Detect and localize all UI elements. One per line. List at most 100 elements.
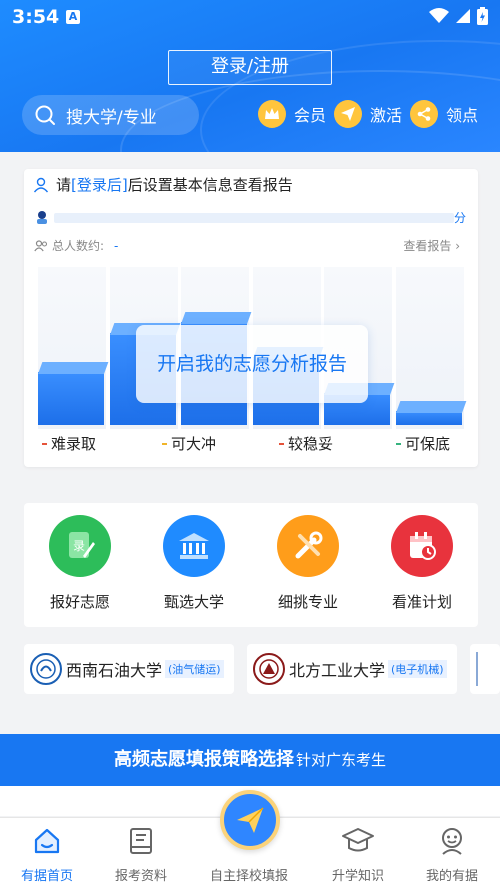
legend-item-reach: 可大冲 — [162, 433, 216, 454]
search-icon — [35, 105, 55, 125]
nav-item-knowledge[interactable]: 升学知识 — [313, 826, 403, 884]
activate-label: 激活 — [370, 106, 403, 125]
record-edit-icon: 录 — [49, 515, 111, 577]
feature-admission-plan[interactable]: 看准计划 — [382, 515, 462, 612]
chart-bar-top — [38, 362, 109, 374]
total-value: - — [114, 238, 119, 253]
login-register-button[interactable]: 登录/注册 — [168, 50, 332, 85]
chart-bar — [395, 401, 466, 425]
university-chip[interactable]: 西南石油大学 (油气储运) — [24, 644, 234, 694]
nav-label: 有据首页 — [20, 869, 73, 884]
vip-label: 会员 — [294, 106, 327, 125]
university-chip[interactable]: 北方工业大学 (电子机械) — [247, 644, 457, 694]
feature-label: 看准计划 — [391, 593, 452, 611]
chart-bar-front — [395, 411, 462, 425]
student-avatar-icon — [37, 211, 47, 224]
feature-select-university[interactable]: 甄选大学 — [154, 515, 234, 612]
nav-label: 升学知识 — [331, 869, 384, 884]
feature-label: 甄选大学 — [163, 593, 224, 611]
legend-dash — [42, 442, 47, 445]
status-bar: 3:54 A — [0, 0, 500, 34]
nav-label: 自主择校填报 — [209, 869, 288, 884]
banner-title: 高频志愿填报策略选择 — [113, 749, 294, 770]
search-placeholder: 搜大学/专业 — [66, 107, 157, 128]
paper-plane-icon — [334, 100, 362, 128]
crown-icon — [258, 100, 286, 128]
feature-grid: 录 报好志愿 甄选大学 细挑专业 看准计划 — [24, 503, 478, 627]
login-notice: 请 [登录后] 后设置基本信息查看报告 — [32, 174, 293, 195]
feature-label: 细挑专业 — [277, 593, 338, 611]
legend-item-stable: 较稳妥 — [279, 433, 333, 454]
a-notification-icon: A — [66, 10, 80, 24]
notice-prefix: 请 — [56, 176, 72, 194]
nav-item-materials[interactable]: 报考资料 — [96, 826, 186, 884]
book-icon — [96, 826, 186, 856]
banner-subtitle: 针对广东考生 — [295, 751, 386, 769]
share-icon — [410, 100, 438, 128]
wifi-icon — [429, 8, 449, 23]
status-time: 3:54 — [12, 6, 60, 28]
view-report-link[interactable]: 查看报告 › — [403, 237, 460, 254]
search-bar[interactable]: 搜大学/专业 — [22, 95, 199, 135]
university-major-tag: (油气储运) — [165, 660, 224, 678]
notice-login-link[interactable]: [登录后] — [71, 174, 128, 195]
home-icon — [2, 826, 92, 856]
score-track — [54, 213, 454, 223]
university-building-icon — [163, 515, 225, 577]
nav-item-mine[interactable]: 我的有据 — [407, 826, 497, 884]
calendar-clock-icon — [391, 515, 453, 577]
nav-label: 我的有据 — [425, 869, 478, 884]
legend-label: 可大冲 — [171, 435, 217, 453]
legend-item-safe: 可保底 — [396, 433, 450, 454]
user-icon — [33, 177, 49, 192]
feature-pick-major[interactable]: 细挑专业 — [268, 515, 348, 612]
chevron-right-icon: › — [455, 239, 460, 253]
legend-label: 难录取 — [51, 435, 97, 453]
open-report-button[interactable]: 开启我的志愿分析报告 — [136, 325, 368, 403]
paper-plane-icon — [237, 807, 264, 833]
signal-icon — [456, 9, 470, 23]
feature-fill-application[interactable]: 录 报好志愿 — [40, 515, 120, 612]
system-icons — [429, 7, 488, 25]
feature-label: 报好志愿 — [49, 593, 110, 611]
chart-bar-top — [395, 401, 466, 413]
university-name: 北方工业大学 — [289, 661, 386, 680]
total-label: 总人数约: — [52, 239, 105, 253]
chart-bar-top — [181, 312, 252, 324]
tools-icon — [277, 515, 339, 577]
vip-link[interactable]: 会员 — [258, 98, 326, 130]
header: 3:54 A 登录/注册 搜大学/专业 会员 激活 领点 — [0, 0, 500, 152]
chart-bar — [38, 362, 109, 425]
people-icon — [34, 239, 48, 251]
legend-label: 可保底 — [405, 435, 451, 453]
report-card: 请 [登录后] 后设置基本信息查看报告 分 总人数约: - 查看报告 › 开启我… — [24, 169, 478, 467]
legend-label: 较稳妥 — [288, 435, 334, 453]
meta-row: 总人数约: - 查看报告 › — [34, 237, 466, 255]
university-name: 西南石油大学 — [66, 661, 163, 680]
nav-item-home[interactable]: 有据首页 — [2, 826, 92, 884]
battery-icon — [477, 7, 488, 25]
points-label: 领点 — [446, 106, 479, 125]
legend-dash — [162, 442, 167, 445]
graduation-cap-icon — [313, 826, 403, 856]
chart-bar-front — [38, 372, 104, 425]
activate-link[interactable]: 激活 — [334, 98, 402, 130]
score-unit: 分 — [453, 211, 466, 225]
strategy-banner[interactable]: 高频志愿填报策略选择 针对广东考生 — [0, 734, 500, 786]
legend-dash — [279, 442, 284, 445]
score-bar: 分 — [34, 209, 466, 225]
self-select-fab-button[interactable] — [220, 790, 280, 850]
notice-suffix: 后设置基本信息查看报告 — [127, 176, 293, 194]
total-count: 总人数约: - — [34, 237, 118, 254]
profile-icon — [407, 826, 497, 856]
legend-dash — [396, 442, 401, 445]
view-report-label: 查看报告 — [403, 239, 452, 253]
university-major-tag: (电子机械) — [388, 660, 447, 678]
svg-text:录: 录 — [73, 539, 85, 553]
university-logo-icon — [253, 653, 285, 685]
legend-item-hard: 难录取 — [42, 433, 96, 454]
university-logo-icon — [30, 653, 62, 685]
university-chip-partial[interactable] — [470, 644, 500, 694]
university-logo-fragment — [476, 652, 479, 686]
points-link[interactable]: 领点 — [410, 98, 478, 130]
